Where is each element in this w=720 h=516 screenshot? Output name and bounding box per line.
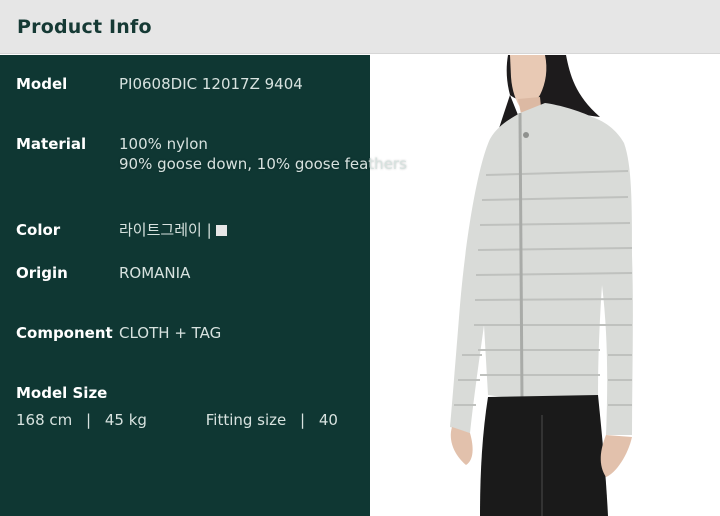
color-swatch [215, 225, 227, 236]
component-value: CLOTH + TAG [119, 324, 222, 342]
model-size-row: 168 cm | 45 kg Fitting size | 40 [16, 411, 338, 429]
material-line-2: 90% goose down, 10% goose feathers [119, 155, 407, 173]
separator: | [300, 411, 306, 429]
fitting-size-value: 40 [318, 411, 338, 429]
product-photo [370, 55, 720, 516]
material-line-1: 100% nylon [119, 135, 208, 153]
color-name: 라이트그레이 | [119, 221, 212, 239]
page-title: Product Info [17, 16, 152, 38]
fitting-size-label: Fitting size [205, 411, 287, 429]
model-size-label: Model Size [16, 384, 108, 402]
origin-label: Origin [16, 264, 68, 282]
color-label: Color [16, 221, 61, 239]
model-wearing-jacket-illustration [450, 55, 633, 516]
model-weight: 45 kg [104, 411, 147, 429]
origin-value: ROMANIA [119, 264, 191, 282]
separator: | [86, 411, 92, 429]
model-height: 168 cm [16, 411, 73, 429]
color-value: 라이트그레이 | [119, 220, 227, 240]
model-label: Model [16, 75, 68, 93]
material-label: Material [16, 135, 87, 153]
model-value: PI0608DIC 12017Z 9404 [119, 75, 303, 93]
component-label: Component [16, 324, 113, 342]
info-panel: Model PI0608DIC 12017Z 9404 Material 100… [0, 55, 370, 516]
header-bar: Product Info [0, 0, 720, 54]
